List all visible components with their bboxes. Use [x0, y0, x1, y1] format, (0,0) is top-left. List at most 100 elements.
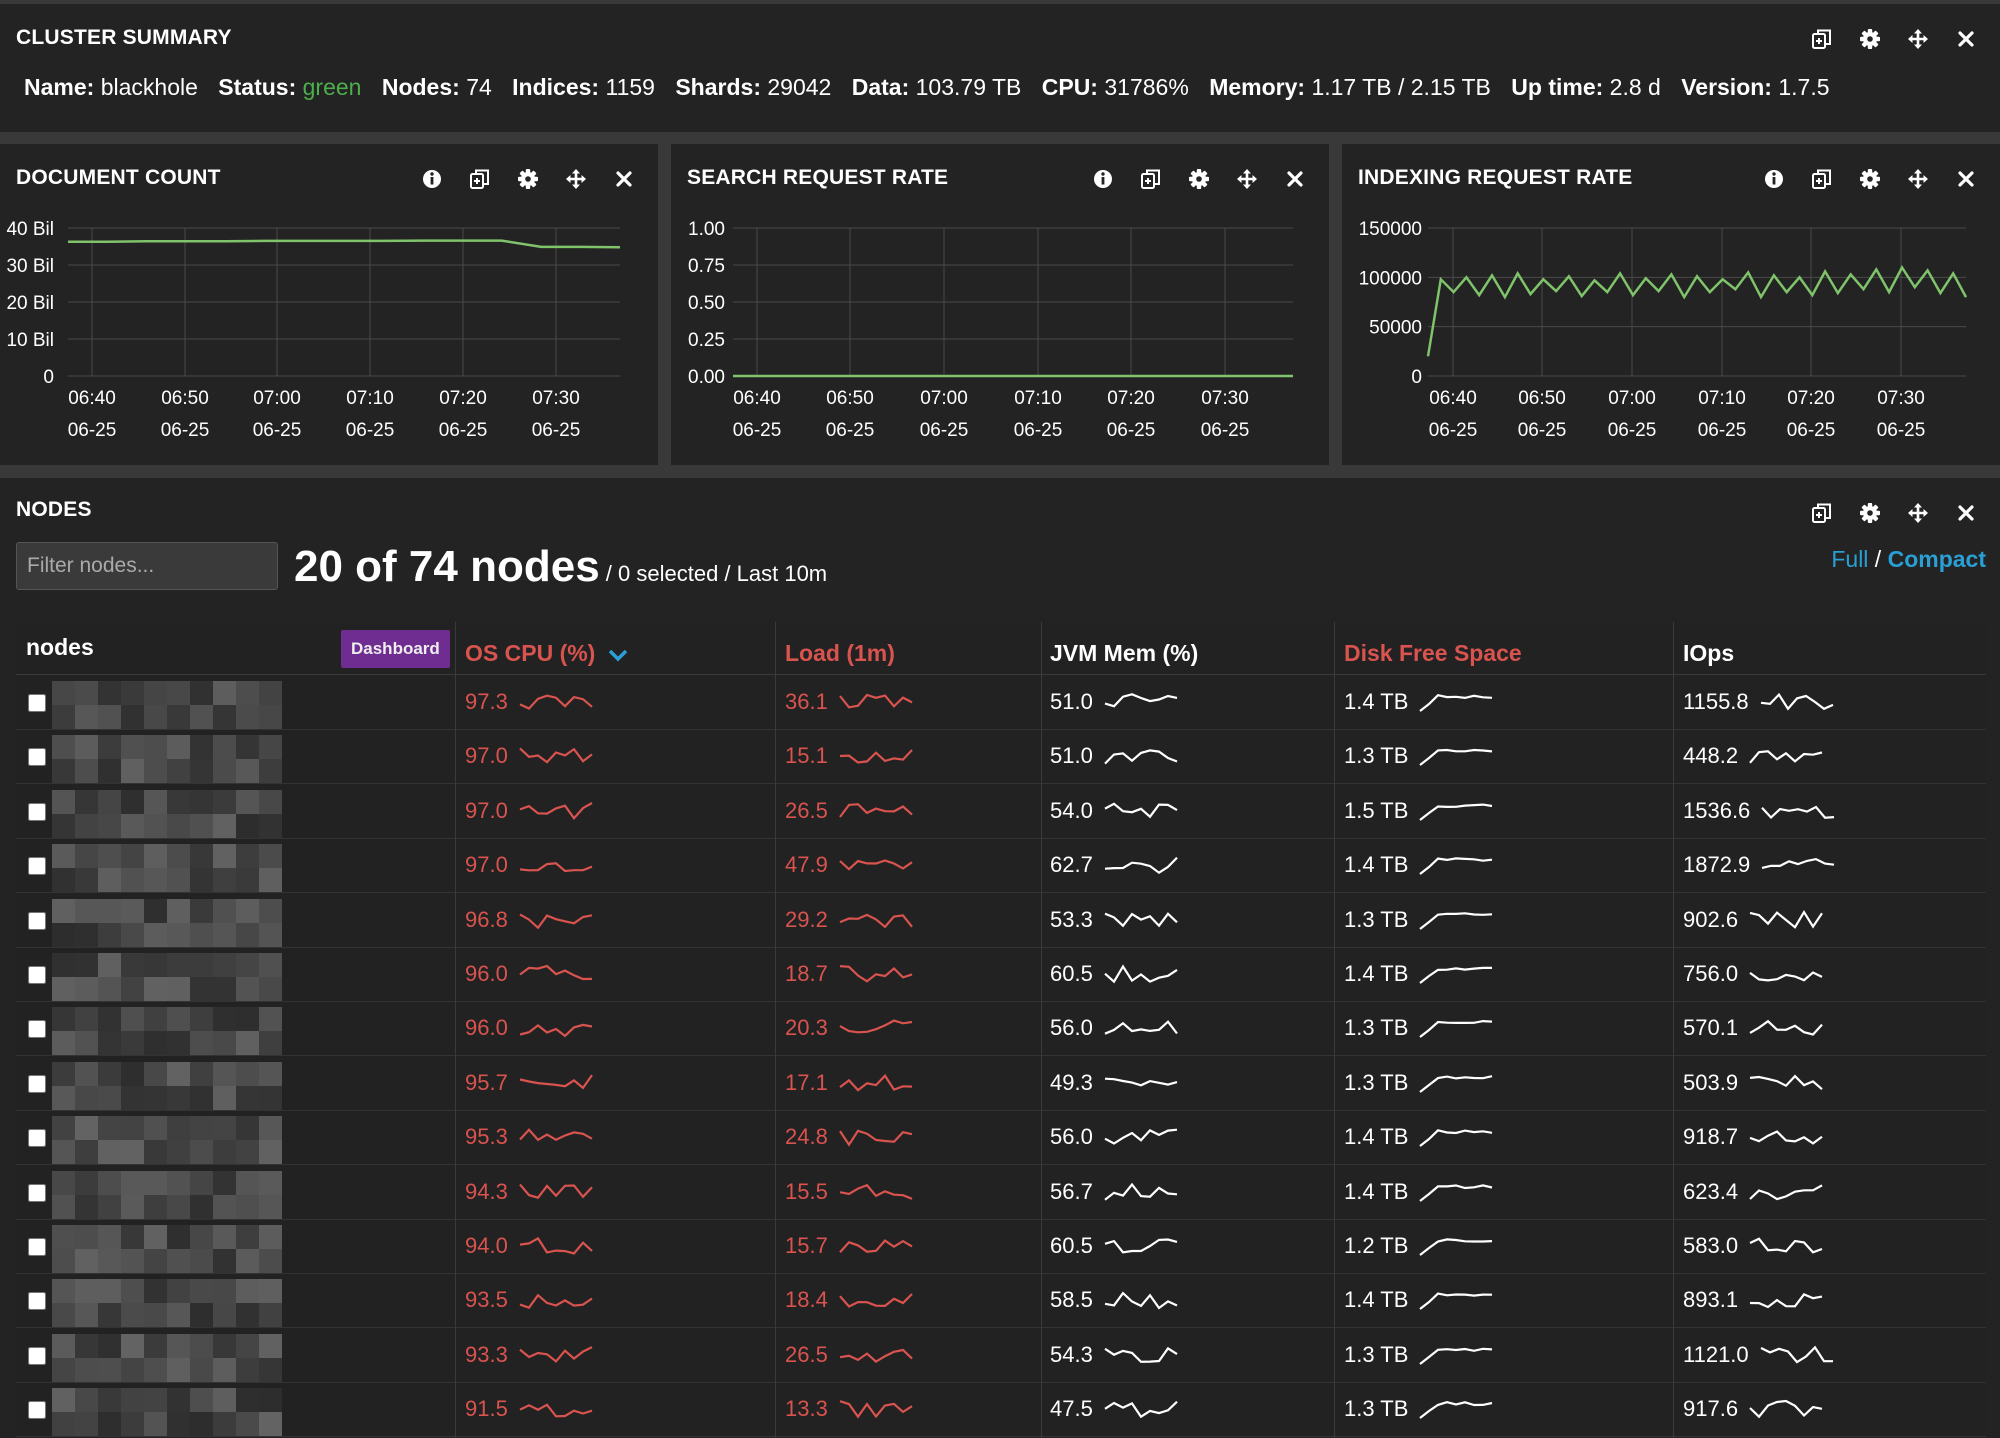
sparkline [838, 1293, 913, 1309]
move-button[interactable] [1894, 22, 1942, 56]
view-compact-link[interactable]: Compact [1888, 546, 1986, 572]
duplicate-button[interactable] [1798, 22, 1846, 56]
column-header-disk-free[interactable]: Disk Free Space [1344, 622, 1522, 674]
table-row[interactable]: 95.7 17.1 49.3 1.3 TB 503.9 [16, 1056, 1986, 1111]
node-name-redacted[interactable] [52, 735, 282, 784]
table-row[interactable]: 97.3 36.1 51.0 1.4 TB 1155.8 [16, 675, 1986, 730]
sparkline-path [519, 1236, 593, 1255]
node-name-redacted[interactable] [52, 1170, 282, 1219]
x-tick-label: 07:30 [1877, 388, 1925, 409]
dashboard-button[interactable]: Dashboard [341, 630, 450, 668]
table-row[interactable]: 95.3 24.8 56.0 1.4 TB 918.7 [16, 1110, 1986, 1166]
table-row[interactable]: 94.0 15.7 60.5 1.2 TB 583.0 [16, 1219, 1986, 1274]
sparkline-path [519, 1403, 593, 1418]
x-tick-sublabel: 06-25 [1014, 420, 1063, 441]
redaction-block [121, 922, 144, 947]
row-select-checkbox[interactable] [28, 857, 46, 876]
redaction-block [75, 1061, 98, 1086]
row-select-checkbox[interactable] [28, 966, 46, 984]
table-row[interactable]: 97.0 47.9 62.7 1.4 TB 1872.9 [16, 838, 1986, 894]
close-button[interactable] [1942, 496, 1990, 530]
node-name-redacted[interactable] [52, 953, 282, 1001]
redaction-block [98, 1140, 121, 1165]
os-cpu-cell: 97.0 [465, 729, 596, 783]
sparkline [1104, 911, 1178, 927]
redaction-block [190, 898, 213, 923]
row-select-checkbox[interactable] [28, 1238, 46, 1256]
redaction-block [144, 1031, 167, 1056]
view-full-link[interactable]: Full [1831, 546, 1868, 572]
column-header-load[interactable]: Load (1m) [785, 622, 895, 674]
table-row[interactable]: 97.0 15.1 51.0 1.3 TB 448.2 [16, 729, 1986, 785]
row-select-checkbox[interactable] [28, 694, 46, 712]
row-select-checkbox[interactable] [28, 1346, 46, 1365]
column-header-nodes[interactable]: nodes [26, 622, 94, 674]
filter-nodes-input[interactable] [16, 542, 278, 590]
jvm-mem-cell: 62.7 [1050, 838, 1181, 892]
x-tick-sublabel: 06-25 [68, 420, 117, 441]
move-button[interactable] [1894, 496, 1942, 530]
redaction-block [259, 1303, 282, 1328]
redaction-block [144, 868, 167, 893]
node-name-redacted[interactable] [52, 1061, 282, 1110]
row-select-checkbox[interactable] [28, 1129, 46, 1148]
load-value: 26.5 [785, 1341, 828, 1367]
column-header-iops[interactable]: IOps [1683, 622, 1734, 674]
row-select-checkbox[interactable] [28, 1074, 46, 1093]
node-name-redacted[interactable] [52, 1007, 282, 1056]
redaction-block [190, 759, 213, 784]
table-row[interactable]: 96.0 20.3 56.0 1.3 TB 570.1 [16, 1001, 1986, 1057]
column-header-jvm-mem[interactable]: JVM Mem (%) [1050, 622, 1198, 674]
disk-free-cell: 1.3 TB [1344, 729, 1496, 783]
sparkline-path [1419, 1292, 1493, 1311]
redaction-block [236, 705, 259, 729]
sparkline-path [838, 1293, 913, 1309]
table-row[interactable]: 93.5 18.4 58.5 1.4 TB 893.1 [16, 1273, 1986, 1329]
redaction-block [75, 1116, 98, 1141]
table-row[interactable]: 97.0 26.5 54.0 1.5 TB 1536.6 [16, 784, 1986, 839]
node-name-redacted[interactable] [52, 844, 282, 893]
table-row[interactable]: 96.0 18.7 60.5 1.4 TB 756.0 [16, 947, 1986, 1002]
table-row[interactable]: 93.3 26.5 54.3 1.3 TB 1121.0 [16, 1328, 1986, 1383]
node-name-redacted[interactable] [52, 1333, 282, 1382]
redaction-block [167, 735, 190, 760]
node-name-redacted[interactable] [52, 898, 282, 947]
node-name-redacted[interactable] [52, 681, 282, 729]
gear-button[interactable] [1846, 22, 1894, 56]
iops-cell: 917.6 [1683, 1382, 1826, 1436]
row-select-checkbox[interactable] [28, 1401, 46, 1420]
jvm-mem-cell: 51.0 [1050, 729, 1181, 783]
column-header-os-cpu[interactable]: OS CPU (%) [465, 622, 628, 674]
redaction-block [144, 1007, 167, 1032]
sparkline-path [839, 965, 913, 983]
disk-free-value: 1.3 TB [1344, 1396, 1409, 1422]
redaction-block [52, 705, 75, 729]
table-row[interactable]: 96.8 29.2 53.3 1.3 TB 902.6 [16, 893, 1986, 948]
redaction-block [98, 1388, 121, 1413]
table-row[interactable]: 91.5 13.3 47.5 1.3 TB 917.6 [16, 1382, 1986, 1438]
redaction-block [75, 1007, 98, 1032]
x-tick-label: 07:00 [920, 388, 968, 409]
row-select-checkbox[interactable] [28, 911, 46, 930]
redaction-block [190, 735, 213, 760]
iops-cell: 503.9 [1683, 1056, 1826, 1110]
table-row[interactable]: 94.3 15.5 56.7 1.4 TB 623.4 [16, 1165, 1986, 1220]
sparkline [839, 1019, 912, 1034]
row-select-checkbox[interactable] [28, 1292, 46, 1311]
close-button[interactable] [1942, 22, 1990, 56]
duplicate-button[interactable] [1798, 496, 1846, 530]
row-select-checkbox[interactable] [28, 748, 46, 767]
disk-free-cell: 1.3 TB [1344, 1328, 1496, 1382]
row-select-checkbox[interactable] [28, 1020, 46, 1039]
row-select-checkbox[interactable] [28, 802, 46, 821]
sparkline-path [1749, 909, 1823, 929]
row-select-checkbox[interactable] [28, 1183, 46, 1202]
node-name-redacted[interactable] [52, 789, 282, 838]
gear-button[interactable] [1846, 496, 1894, 530]
node-name-redacted[interactable] [52, 1279, 282, 1328]
disk-free-value: 1.4 TB [1344, 1287, 1409, 1313]
node-name-redacted[interactable] [52, 1225, 282, 1273]
node-name-redacted[interactable] [52, 1388, 282, 1437]
redaction-block [213, 1007, 236, 1032]
node-name-redacted[interactable] [52, 1116, 282, 1165]
